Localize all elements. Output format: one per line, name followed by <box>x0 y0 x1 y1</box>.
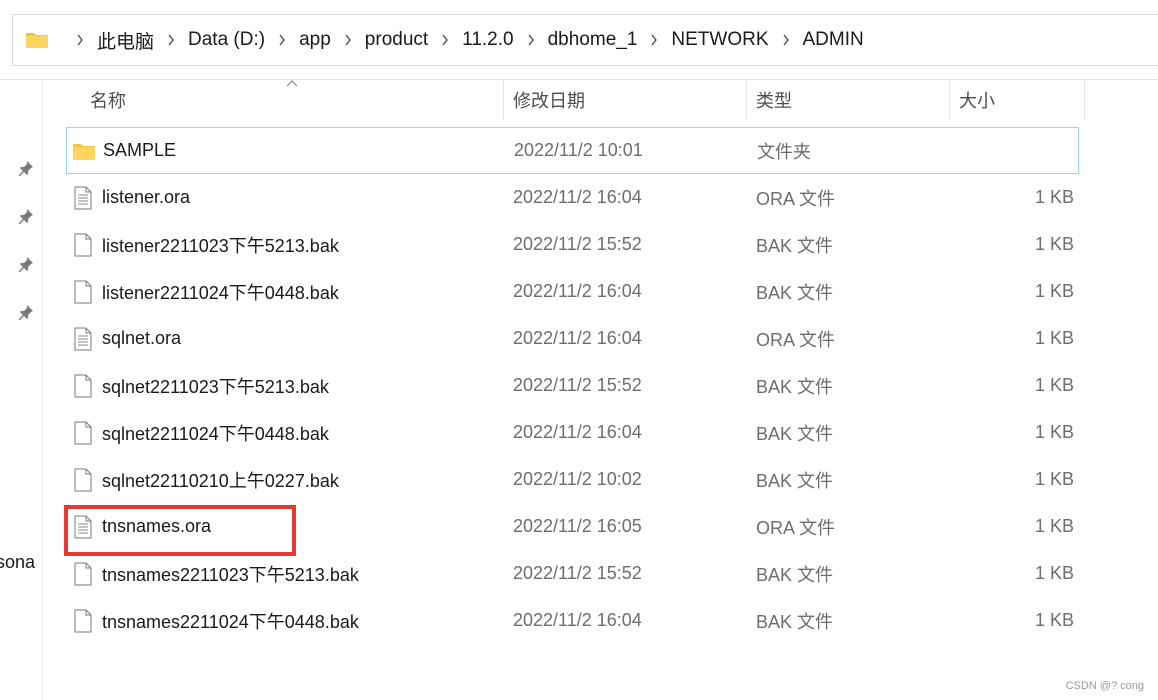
text-file-icon <box>72 186 94 210</box>
file-date: 2022/11/2 16:05 <box>513 516 642 536</box>
folder-icon <box>73 139 95 163</box>
file-name: SAMPLE <box>103 140 177 160</box>
file-size: 1 KB <box>1034 610 1074 630</box>
column-header-date[interactable]: 修改日期 <box>513 80 585 120</box>
address-bar[interactable]: 此电脑 Data (D:) app product 11.2.0 dbhome_1 NETW… <box>12 14 1158 66</box>
breadcrumb-item[interactable]: NETWORK <box>671 29 768 51</box>
folder-icon <box>25 30 49 50</box>
blank-file-icon <box>72 374 94 398</box>
file-date: 2022/11/2 15:52 <box>513 563 642 583</box>
breadcrumb: 此电脑 Data (D:) app product 11.2.0 dbhome_1 NETW… <box>63 27 864 54</box>
column-divider[interactable] <box>746 80 747 120</box>
column-header-name[interactable]: 名称 <box>90 80 126 120</box>
file-date: 2022/11/2 16:04 <box>513 281 642 301</box>
file-row[interactable]: tnsnames2211024下午0448.bak 2022/11/2 16:04… <box>66 597 1079 644</box>
text-file-icon <box>72 327 94 351</box>
chevron-right-icon[interactable] <box>167 34 175 46</box>
chevron-right-icon[interactable] <box>344 34 352 46</box>
file-row[interactable]: sqlnet2211023下午5213.bak 2022/11/2 15:52 BA… <box>66 362 1079 409</box>
file-row[interactable]: listener2211024下午0448.bak 2022/11/2 16:04… <box>66 268 1079 315</box>
watermark: CSDN @? cong <box>1065 680 1144 692</box>
pin-icon[interactable] <box>18 160 34 176</box>
file-type: BAK 文件 <box>756 376 834 397</box>
file-name: listener2211023下午5213.bak <box>102 235 339 256</box>
file-size: 1 KB <box>1034 328 1074 348</box>
pin-icon[interactable] <box>18 208 34 224</box>
file-name: tnsnames2211023下午5213.bak <box>102 564 359 585</box>
pin-icon[interactable] <box>18 256 34 272</box>
chevron-right-icon[interactable] <box>76 34 84 46</box>
file-type: ORA 文件 <box>756 517 836 538</box>
breadcrumb-item[interactable]: Data (D:) <box>188 29 265 51</box>
chevron-right-icon[interactable] <box>441 34 449 46</box>
breadcrumb-item[interactable]: dbhome_1 <box>548 29 638 51</box>
file-name: listener2211024下午0448.bak <box>102 282 339 303</box>
chevron-right-icon[interactable] <box>278 34 286 46</box>
file-row[interactable]: SAMPLE 2022/11/2 10:01 文件夹 <box>66 127 1079 174</box>
breadcrumb-item[interactable]: ADMIN <box>803 29 864 51</box>
file-size: 1 KB <box>1034 375 1074 395</box>
column-divider[interactable] <box>503 80 504 120</box>
blank-file-icon <box>72 233 94 257</box>
file-date: 2022/11/2 16:04 <box>513 610 642 630</box>
file-name: sqlnet.ora <box>102 328 182 348</box>
file-size: 1 KB <box>1034 187 1074 207</box>
file-type: ORA 文件 <box>756 329 836 350</box>
file-date: 2022/11/2 16:04 <box>513 422 642 442</box>
blank-file-icon <box>72 609 94 633</box>
file-size: 1 KB <box>1034 516 1074 536</box>
highlight-box <box>64 505 296 556</box>
file-type: ORA 文件 <box>756 188 836 209</box>
file-row[interactable]: sqlnet22110210上午0227.bak 2022/11/2 10:02 B… <box>66 456 1079 503</box>
file-date: 2022/11/2 16:04 <box>513 328 642 348</box>
file-date: 2022/11/2 10:01 <box>514 140 643 160</box>
file-type: BAK 文件 <box>756 611 834 632</box>
sort-ascending-icon <box>286 80 298 87</box>
column-header-size[interactable]: 大小 <box>959 80 995 120</box>
breadcrumb-item[interactable]: 此电脑 <box>97 27 154 54</box>
file-row[interactable]: listener2211023下午5213.bak 2022/11/2 15:52… <box>66 221 1079 268</box>
divider <box>42 80 43 700</box>
file-name: tnsnames2211024下午0448.bak <box>102 611 359 632</box>
file-row[interactable]: sqlnet2211024下午0448.bak 2022/11/2 16:04 BA… <box>66 409 1079 456</box>
file-type: BAK 文件 <box>756 564 834 585</box>
file-type: BAK 文件 <box>756 423 834 444</box>
file-name: sqlnet22110210上午0227.bak <box>102 470 339 491</box>
blank-file-icon <box>72 468 94 492</box>
file-size: 1 KB <box>1034 281 1074 301</box>
file-row[interactable]: listener.ora 2022/11/2 16:04 ORA 文件 1 KB <box>66 174 1079 221</box>
file-date: 2022/11/2 16:04 <box>513 187 642 207</box>
column-divider[interactable] <box>949 80 950 120</box>
file-size: 1 KB <box>1034 563 1074 583</box>
file-size: 1 KB <box>1034 234 1074 254</box>
chevron-right-icon[interactable] <box>650 34 658 46</box>
file-type: BAK 文件 <box>756 470 834 491</box>
breadcrumb-item[interactable]: app <box>299 29 331 51</box>
file-date: 2022/11/2 10:02 <box>513 469 642 489</box>
file-size: 1 KB <box>1034 469 1074 489</box>
column-header-type[interactable]: 类型 <box>756 80 792 120</box>
file-type: BAK 文件 <box>756 282 834 303</box>
pin-icon[interactable] <box>18 304 34 320</box>
file-name: sqlnet2211024下午0448.bak <box>102 423 329 444</box>
nav-item-partial[interactable]: rsona <box>0 552 42 573</box>
file-size: 1 KB <box>1034 422 1074 442</box>
chevron-right-icon[interactable] <box>782 34 790 46</box>
file-row[interactable]: tnsnames2211023下午5213.bak 2022/11/2 15:52… <box>66 550 1079 597</box>
file-date: 2022/11/2 15:52 <box>513 375 642 395</box>
file-date: 2022/11/2 15:52 <box>513 234 642 254</box>
blank-file-icon <box>72 421 94 445</box>
chevron-right-icon[interactable] <box>527 34 535 46</box>
file-type: 文件夹 <box>757 141 811 162</box>
breadcrumb-item[interactable]: product <box>365 29 428 51</box>
file-name: sqlnet2211023下午5213.bak <box>102 376 329 397</box>
file-type: BAK 文件 <box>756 235 834 256</box>
breadcrumb-item[interactable]: 11.2.0 <box>462 29 513 51</box>
blank-file-icon <box>72 280 94 304</box>
file-name: listener.ora <box>102 187 191 207</box>
file-row[interactable]: sqlnet.ora 2022/11/2 16:04 ORA 文件 1 KB <box>66 315 1079 362</box>
blank-file-icon <box>72 562 94 586</box>
column-divider[interactable] <box>1084 80 1085 120</box>
